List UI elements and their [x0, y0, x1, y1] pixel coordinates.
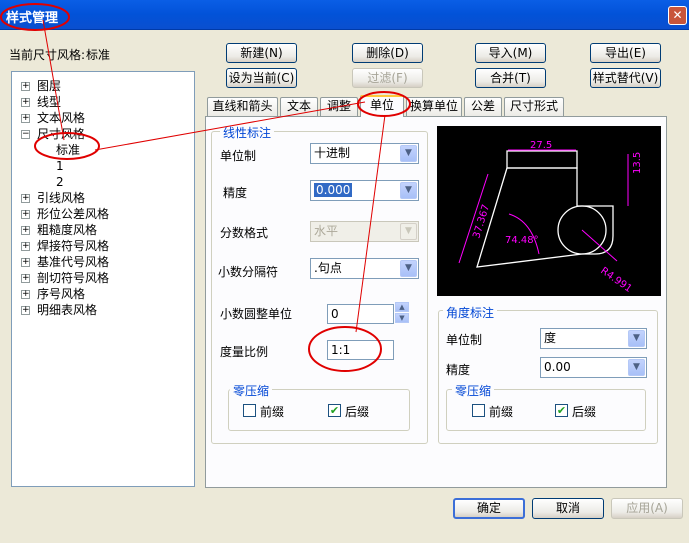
tab-dim-form[interactable]: 尺寸形式: [504, 97, 564, 116]
expand-icon[interactable]: +: [21, 194, 30, 203]
preview-dim-3: 37.367: [471, 203, 492, 240]
tab-units[interactable]: 单位: [360, 95, 404, 117]
tree-item-leader-style[interactable]: 引线风格: [37, 190, 85, 206]
expand-icon[interactable]: +: [21, 226, 30, 235]
preview-dim-2: 13.5: [632, 152, 643, 174]
trailing-zero-label: 后缀: [345, 405, 370, 419]
tab-tolerance[interactable]: 公差: [464, 97, 502, 116]
current-style-value: 标准: [86, 48, 111, 62]
preview-radius: R4.991: [598, 265, 633, 294]
angular-zero-title: 零压缩: [452, 382, 495, 399]
spin-up-icon[interactable]: ▲: [395, 302, 409, 312]
tree-item-balloon-style[interactable]: 序号风格: [37, 286, 85, 302]
window-title: 样式管理: [6, 11, 59, 26]
unit-label: 单位制: [220, 149, 257, 163]
trailing-zero-checkbox[interactable]: ✔: [328, 404, 341, 417]
round-off-label: 小数圆整单位: [220, 307, 293, 321]
tab-alt-units[interactable]: 换算单位: [406, 97, 462, 116]
angular-unit-label: 单位制: [446, 333, 483, 347]
chevron-down-icon: ▼: [400, 223, 417, 240]
precision-select[interactable]: 0.000 ▼: [310, 180, 419, 201]
delete-button[interactable]: 删除(D): [352, 43, 423, 63]
expand-icon[interactable]: +: [21, 82, 30, 91]
style-tree[interactable]: + 图层 + 线型 + 文本风格 − 尺寸风格 标准 1 2 + 引线风格 + …: [11, 71, 195, 487]
expand-icon[interactable]: +: [21, 258, 30, 267]
collapse-icon[interactable]: −: [21, 130, 30, 139]
angular-group-title: 角度标注: [443, 304, 498, 321]
tab-lines-arrows[interactable]: 直线和箭头: [207, 97, 278, 116]
leading-zero-label: 前缀: [260, 405, 285, 419]
expand-icon[interactable]: +: [21, 242, 30, 251]
tree-item-tolerance-style[interactable]: 形位公差风格: [37, 206, 109, 222]
expand-icon[interactable]: +: [21, 210, 30, 219]
new-button[interactable]: 新建(N): [226, 43, 297, 63]
tree-item-dim-style[interactable]: 尺寸风格: [37, 126, 85, 142]
round-off-input[interactable]: 0: [327, 304, 394, 324]
replace-style-button[interactable]: 样式替代(V): [590, 68, 661, 88]
set-current-button[interactable]: 设为当前(C): [226, 68, 297, 88]
chevron-down-icon[interactable]: ▼: [400, 260, 417, 277]
filter-button[interactable]: 过滤(F): [352, 68, 423, 88]
fraction-format-select[interactable]: 水平 ▼: [310, 221, 419, 242]
tab-adjust[interactable]: 调整: [320, 97, 358, 116]
tree-item-standard[interactable]: 标准: [56, 142, 80, 158]
chevron-down-icon[interactable]: ▼: [628, 359, 645, 376]
angular-precision-select[interactable]: 0.00 ▼: [540, 357, 647, 378]
expand-icon[interactable]: +: [21, 290, 30, 299]
linear-group-title: 线性标注: [220, 124, 275, 141]
spin-down-icon[interactable]: ▼: [395, 313, 409, 323]
preview-drawing: 27.5 13.5 37.367 74.48° R4.991: [458, 140, 643, 295]
tree-item-roughness-style[interactable]: 粗糙度风格: [37, 222, 97, 238]
chevron-down-icon[interactable]: ▼: [400, 145, 417, 162]
angular-trailing-label: 后缀: [572, 405, 597, 419]
decimal-separator-select[interactable]: .句点 ▼: [310, 258, 419, 279]
tree-item-bom-style[interactable]: 明细表风格: [37, 302, 97, 318]
scale-factor-label: 度量比例: [220, 345, 269, 359]
angular-unit-select[interactable]: 度 ▼: [540, 328, 647, 349]
dimension-preview: 27.5 13.5 37.367 74.48° R4.991: [437, 126, 661, 296]
import-button[interactable]: 导入(M): [475, 43, 546, 63]
title-bar: 样式管理 ✕: [0, 0, 689, 30]
tree-item-datum-style[interactable]: 基准代号风格: [37, 254, 109, 270]
expand-icon[interactable]: +: [21, 274, 30, 283]
precision-label: 精度: [223, 186, 248, 200]
tree-item-2[interactable]: 2: [56, 174, 64, 190]
tree-item-weld-style[interactable]: 焊接符号风格: [37, 238, 109, 254]
merge-button[interactable]: 合并(T): [475, 68, 546, 88]
scale-factor-input[interactable]: 1:1: [327, 340, 394, 360]
tree-item-text-style[interactable]: 文本风格: [37, 110, 85, 126]
angular-trailing-checkbox[interactable]: ✔: [555, 404, 568, 417]
unit-select[interactable]: 十进制 ▼: [310, 143, 419, 164]
tree-item-linetype[interactable]: 线型: [37, 94, 61, 110]
tree-item-1[interactable]: 1: [56, 158, 64, 174]
tree-item-section-style[interactable]: 剖切符号风格: [37, 270, 109, 286]
expand-icon[interactable]: +: [21, 306, 30, 315]
current-style-label: 当前尺寸风格:: [9, 48, 86, 62]
export-button[interactable]: 导出(E): [590, 43, 661, 63]
angular-leading-label: 前缀: [489, 405, 514, 419]
preview-angle: 74.48°: [505, 235, 539, 246]
chevron-down-icon[interactable]: ▼: [628, 330, 645, 347]
angular-leading-checkbox[interactable]: [472, 404, 485, 417]
tab-text[interactable]: 文本: [280, 97, 318, 116]
preview-dim-1: 27.5: [530, 140, 552, 151]
chevron-down-icon[interactable]: ▼: [400, 182, 417, 199]
decimal-separator-label: 小数分隔符: [218, 265, 279, 279]
expand-icon[interactable]: +: [21, 98, 30, 107]
leading-zero-checkbox[interactable]: [243, 404, 256, 417]
close-button[interactable]: ✕: [668, 6, 687, 25]
tree-item-layer[interactable]: 图层: [37, 78, 61, 94]
zero-suppress-title: 零压缩: [230, 382, 273, 399]
cancel-button[interactable]: 取消: [532, 498, 604, 519]
fraction-format-label: 分数格式: [220, 226, 269, 240]
angular-precision-label: 精度: [446, 363, 471, 377]
ok-button[interactable]: 确定: [453, 498, 525, 519]
apply-button[interactable]: 应用(A): [611, 498, 683, 519]
expand-icon[interactable]: +: [21, 114, 30, 123]
